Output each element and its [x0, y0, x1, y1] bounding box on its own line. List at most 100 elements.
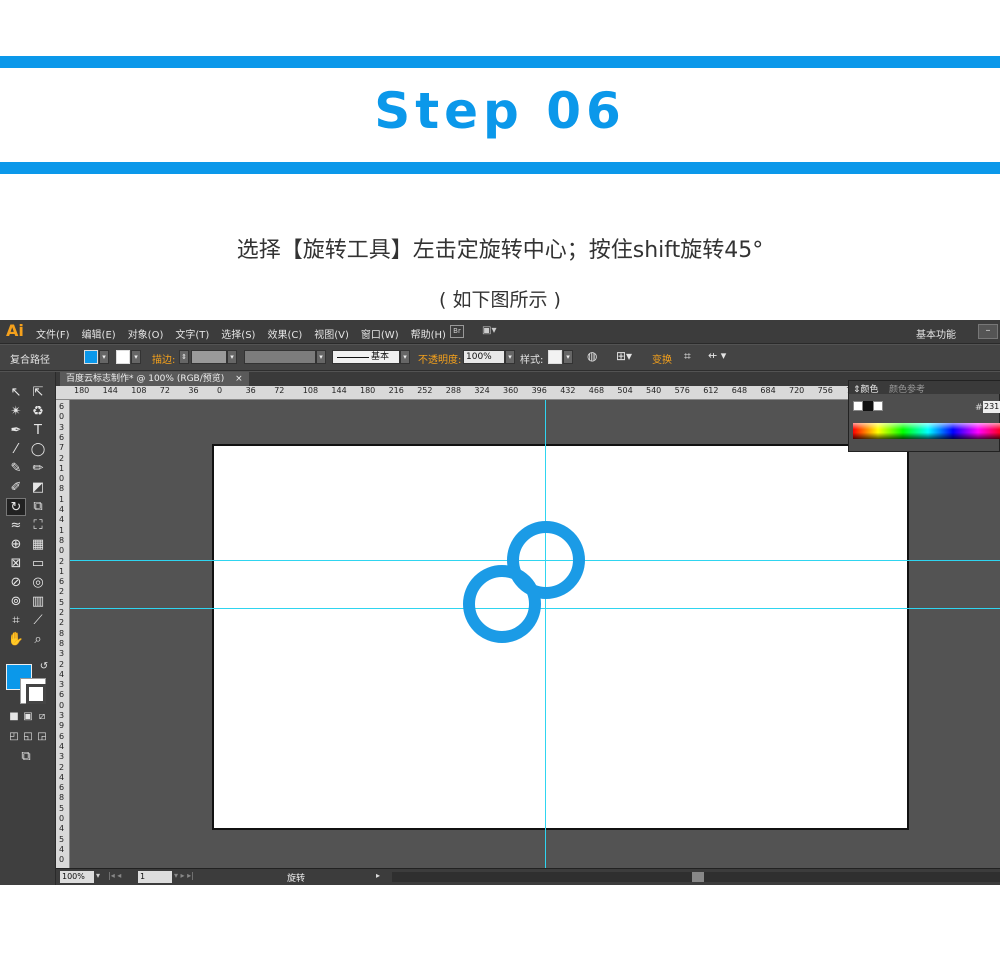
panel-collapse-icon[interactable]: ⇕: [853, 385, 861, 395]
fill-swatch-control[interactable]: [84, 350, 98, 364]
warp-tool-icon[interactable]: ≈: [6, 517, 26, 535]
workspace-switcher[interactable]: 基本功能: [916, 326, 956, 341]
zoom-field[interactable]: 100%: [60, 871, 94, 883]
ruler-left-label: 1: [59, 463, 65, 473]
eyedropper-tool-icon[interactable]: ⊘: [6, 574, 26, 592]
scrollbar-thumb[interactable]: [692, 872, 704, 882]
ruler-top-label: 252: [417, 386, 433, 395]
blend-tool-icon[interactable]: ◎: [28, 574, 48, 592]
opacity-dropdown-icon[interactable]: ▾: [505, 350, 515, 364]
recolor-icon[interactable]: ◍: [587, 349, 597, 363]
menu-edit[interactable]: 编辑(E): [82, 326, 116, 341]
shape-builder-tool-icon[interactable]: ⊕: [6, 536, 26, 554]
menu-file[interactable]: 文件(F): [36, 326, 70, 341]
vertical-ruler[interactable]: 6036721081441802162522883243603964324685…: [56, 400, 70, 868]
menu-type[interactable]: 文字(T): [175, 326, 209, 341]
stroke-weight-field[interactable]: [191, 350, 227, 364]
ruler-left-label: 3: [59, 711, 65, 720]
perspective-grid-tool-icon[interactable]: ▦: [28, 536, 48, 554]
fill-dropdown-icon[interactable]: ▾: [99, 350, 109, 364]
isolate-icon[interactable]: ⌗: [684, 349, 691, 364]
symbol-sprayer-tool-icon[interactable]: ⊚: [6, 593, 26, 611]
ruler-top-label: 324: [474, 386, 490, 395]
tools-panel: ↖ ⇱ ✴ ♻ ✒ T ⁄ ◯ ✎ ✏ ✐ ◩ ↻ ⧉ ≈ ⛶ ⊕ ▦ ⊠ ▭ …: [0, 372, 56, 885]
brush-definition-field[interactable]: 基本: [332, 350, 400, 364]
pen-tool-icon[interactable]: ✒: [6, 422, 26, 440]
stroke-label[interactable]: 描边:: [152, 351, 175, 366]
white-swatch[interactable]: [873, 401, 883, 411]
ring-lower-rotated[interactable]: [463, 565, 541, 643]
current-tool-status[interactable]: 旋转: [216, 871, 376, 884]
bridge-button[interactable]: Br: [450, 325, 464, 338]
menu-select[interactable]: 选择(S): [221, 326, 255, 341]
status-menu-icon[interactable]: ▸: [376, 871, 380, 880]
vertical-guide[interactable]: [545, 400, 546, 868]
zoom-dropdown-icon[interactable]: ▾: [96, 871, 100, 880]
free-transform-tool-icon[interactable]: ⛶: [28, 517, 48, 535]
stroke-none-swatch[interactable]: [116, 350, 130, 364]
draw-inside-icon[interactable]: ◲: [32, 728, 52, 746]
variable-width-field[interactable]: [244, 350, 316, 364]
style-dropdown-icon[interactable]: ▾: [563, 350, 573, 364]
menu-view[interactable]: 视图(V): [314, 326, 349, 341]
next-page-icon[interactable]: ▾ ▸ ▸|: [174, 871, 194, 880]
align-icon[interactable]: ⊞▾: [616, 349, 632, 363]
stroke-weight-stepper[interactable]: ⇕: [179, 350, 189, 364]
menu-effect[interactable]: 效果(C): [267, 326, 302, 341]
stroke-weight-dropdown-icon[interactable]: ▾: [227, 350, 237, 364]
blob-brush-tool-icon[interactable]: ✐: [6, 479, 26, 497]
artboard[interactable]: [212, 444, 909, 830]
artboard-tool-icon[interactable]: ⌗: [6, 612, 26, 630]
rotate-tool-icon[interactable]: ↻: [6, 498, 26, 516]
column-graph-tool-icon[interactable]: ▥: [28, 593, 48, 611]
minimize-icon[interactable]: –: [978, 324, 998, 339]
black-swatch[interactable]: [863, 401, 873, 411]
first-page-icon[interactable]: |◂ ◂: [108, 871, 121, 880]
variable-width-dropdown-icon[interactable]: ▾: [316, 350, 326, 364]
magic-wand-tool-icon[interactable]: ✴: [6, 403, 26, 421]
opacity-field[interactable]: 100%: [463, 350, 505, 364]
color-spectrum[interactable]: [853, 423, 1000, 439]
ellipse-tool-icon[interactable]: ◯: [28, 441, 48, 459]
paintbrush-tool-icon[interactable]: ✎: [6, 460, 26, 478]
document-tab[interactable]: 百度云标志制作* @ 100% (RGB/预览) ×: [60, 372, 249, 386]
menu-object[interactable]: 对象(O): [128, 326, 164, 341]
tab-color[interactable]: ⇕颜色: [853, 382, 879, 395]
lasso-tool-icon[interactable]: ♻: [28, 403, 48, 421]
swap-colors-icon[interactable]: ↺: [34, 658, 54, 676]
style-swatch[interactable]: [548, 350, 562, 364]
page-field[interactable]: 1: [138, 871, 172, 883]
ruler-top-label: 108: [131, 386, 147, 395]
type-tool-icon[interactable]: T: [28, 422, 48, 440]
transform-link[interactable]: 变换: [652, 351, 672, 366]
menu-help[interactable]: 帮助(H): [411, 326, 446, 341]
scale-tool-icon[interactable]: ⧉: [28, 498, 48, 516]
eraser-tool-icon[interactable]: ◩: [28, 479, 48, 497]
zoom-tool-icon[interactable]: ⌕: [28, 631, 48, 649]
menu-window[interactable]: 窗口(W): [361, 326, 399, 341]
hex-input[interactable]: 231: [983, 401, 1000, 413]
horizontal-scrollbar[interactable]: [392, 872, 1000, 882]
stroke-color-swatch[interactable]: [20, 678, 46, 704]
opacity-label[interactable]: 不透明度:: [418, 351, 461, 366]
ruler-left-label: 6: [59, 690, 65, 700]
selection-tool-icon[interactable]: ↖: [6, 384, 26, 402]
none-mode-icon[interactable]: ⧄: [32, 708, 52, 726]
slice-tool-icon[interactable]: ⟋: [28, 612, 48, 630]
hand-tool-icon[interactable]: ✋: [6, 631, 26, 649]
app-logo: Ai: [6, 321, 24, 340]
screen-mode-icon[interactable]: ⧉: [16, 748, 36, 766]
tab-close-icon[interactable]: ×: [235, 374, 243, 384]
arrange-documents-icon[interactable]: ▣▾: [482, 325, 504, 338]
panel-menu-icon[interactable]: ⇷ ▾: [708, 349, 726, 362]
canvas-area[interactable]: [70, 400, 1000, 868]
stroke-dropdown-icon[interactable]: ▾: [131, 350, 141, 364]
none-swatch-icon[interactable]: [853, 401, 863, 411]
line-tool-icon[interactable]: ⁄: [6, 441, 26, 459]
direct-selection-tool-icon[interactable]: ⇱: [28, 384, 48, 402]
gradient-tool-icon[interactable]: ▭: [28, 555, 48, 573]
brush-dropdown-icon[interactable]: ▾: [400, 350, 410, 364]
tab-color-guide[interactable]: 颜色参考: [889, 382, 925, 395]
mesh-tool-icon[interactable]: ⊠: [6, 555, 26, 573]
pencil-tool-icon[interactable]: ✏: [28, 460, 48, 478]
